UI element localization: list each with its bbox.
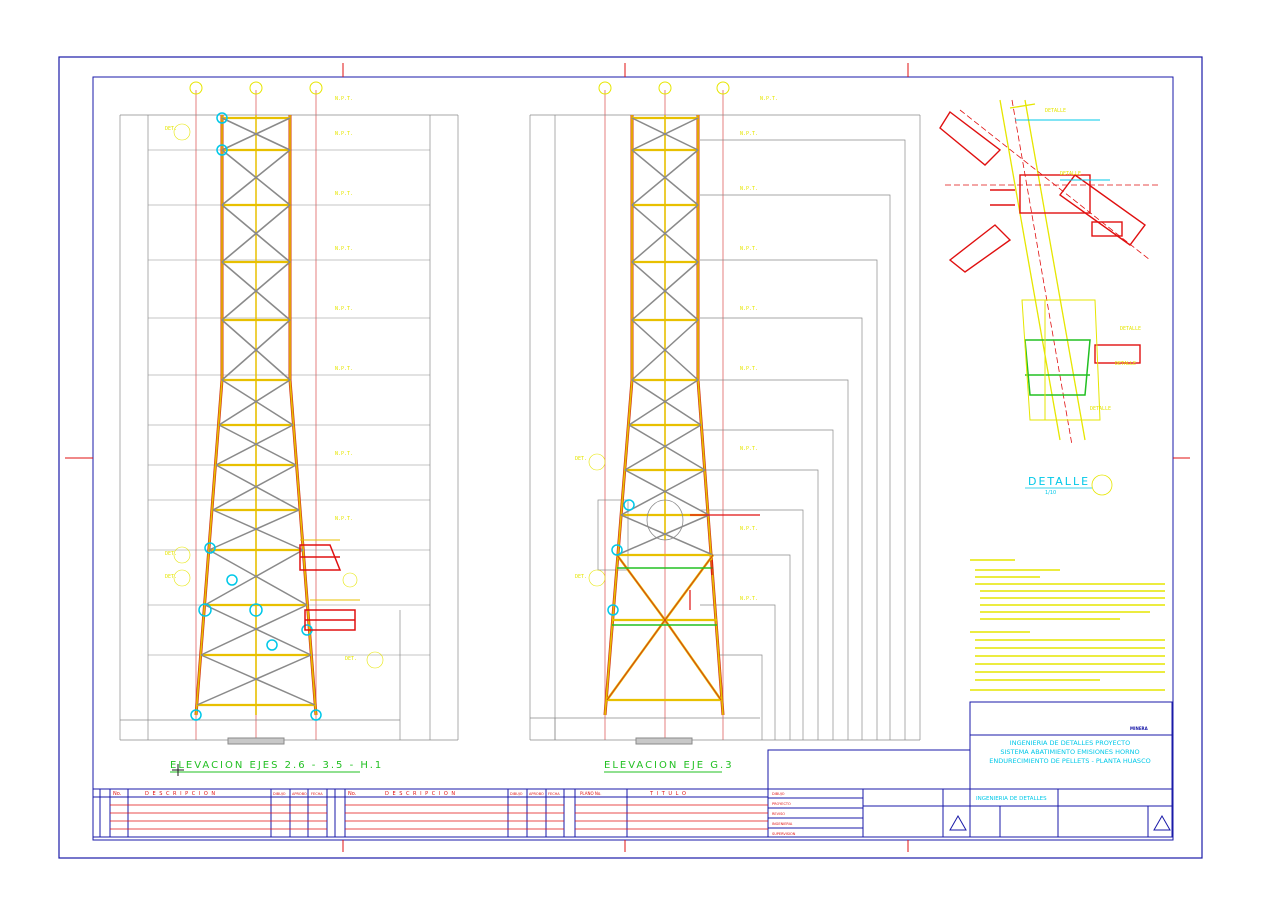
svg-text:N.P.T.: N.P.T. — [335, 131, 353, 137]
svg-text:DETALLE: DETALLE — [1060, 171, 1081, 177]
rev-dibujo-header-1: DIBUJO — [273, 792, 286, 796]
ref-titulo-header: T I T U L O — [649, 791, 687, 797]
rev-description-header-2: D E S C R I P C I O N — [385, 791, 456, 797]
role-ingenieria: INGENIERIA — [772, 822, 793, 826]
rev-no-header-2: No. — [348, 791, 357, 797]
rev-no-header-1: No. — [113, 791, 122, 797]
svg-text:N.P.T.: N.P.T. — [335, 366, 353, 372]
svg-text:DET.: DET. — [165, 574, 177, 580]
svg-text:N.P.T.: N.P.T. — [740, 131, 758, 137]
svg-text:N.P.T.: N.P.T. — [740, 596, 758, 602]
revision-table: No. D E S C R I P C I O N DIBUJO APROBO … — [92, 788, 769, 838]
role-dibujo: DIBUJO — [772, 792, 785, 796]
role-supervision: SUPERVISION — [772, 832, 796, 836]
detail-title: DETALLE — [1028, 475, 1090, 488]
svg-text:N.P.T.: N.P.T. — [335, 191, 353, 197]
connection-detail: DETALLE DETALLE DETALLE DETALLE DETALLE DE… — [939, 99, 1160, 496]
rev-description-header-1: D E S C R I P C I O N — [145, 791, 216, 797]
svg-text:N.P.T.: N.P.T. — [740, 186, 758, 192]
svg-text:N.P.T.: N.P.T. — [335, 96, 353, 102]
svg-text:N.P.T.: N.P.T. — [760, 96, 778, 102]
frame-ticks — [65, 63, 1190, 852]
left-elevation: N.P.T. N.P.T. N.P.T. N.P.T. N.P.T. N.P.T. N… — [119, 81, 459, 745]
svg-text:DET.: DET. — [165, 126, 177, 132]
client-name: MINERA — [1130, 726, 1149, 731]
svg-text:DET.: DET. — [575, 456, 587, 462]
project-line-3: ENDURECIMIENTO DE PELLETS - PLANTA HUASC… — [989, 757, 1150, 765]
rev-dibujo-header-2: DIBUJO — [510, 792, 523, 796]
svg-text:N.P.T.: N.P.T. — [740, 246, 758, 252]
rev-fecha-header-1: FECHA — [311, 792, 323, 796]
cad-drawing-canvas[interactable]: N.P.T. N.P.T. N.P.T. N.P.T. N.P.T. N.P.T. N… — [0, 0, 1261, 920]
project-line-2: SISTEMA ABATIMIENTO EMISIONES HORNO — [1000, 748, 1139, 756]
svg-text:DET.: DET. — [165, 551, 177, 557]
title-block: MINERA INGENIERIA DE DETALLES PROYECTO S… — [767, 701, 1173, 838]
elevation-left-title: ELEVACION EJES 2.6 - 3.5 - H.1 — [170, 760, 383, 771]
svg-text:N.P.T.: N.P.T. — [335, 451, 353, 457]
svg-text:N.P.T.: N.P.T. — [740, 306, 758, 312]
svg-text:DETALLE: DETALLE — [1115, 361, 1136, 367]
project-line-1: INGENIERIA DE DETALLES PROYECTO — [1010, 739, 1130, 747]
svg-text:DETALLE: DETALLE — [1120, 326, 1141, 332]
rev-aprobo-header-1: APROBO — [292, 792, 307, 796]
role-proyecto: PROYECTO — [772, 802, 791, 806]
role-reviso: REVISO — [772, 812, 785, 816]
rev-aprobo-header-2: APROBO — [529, 792, 544, 796]
ref-plano-header: PLANO No. — [580, 791, 602, 796]
svg-text:N.P.T.: N.P.T. — [740, 366, 758, 372]
center-elevation: N.P.T. N.P.T. N.P.T. N.P.T. N.P.T. N.P.T. N… — [529, 81, 921, 745]
svg-text:N.P.T.: N.P.T. — [740, 446, 758, 452]
elevation-center-title: ELEVACION EJE G.3 — [604, 760, 734, 771]
detail-scale: 1/10 — [1045, 490, 1056, 496]
svg-text:N.P.T.: N.P.T. — [335, 516, 353, 522]
general-notes — [970, 559, 1165, 691]
svg-text:N.P.T.: N.P.T. — [335, 306, 353, 312]
svg-text:N.P.T.: N.P.T. — [740, 526, 758, 532]
svg-text:DET.: DET. — [575, 574, 587, 580]
company-name: INGENIERIA DE DETALLES — [976, 796, 1047, 802]
svg-text:DET.: DET. — [345, 656, 357, 662]
rev-fecha-header-2: FECHA — [548, 792, 560, 796]
svg-text:N.P.T.: N.P.T. — [335, 246, 353, 252]
svg-text:DETALLE: DETALLE — [1090, 406, 1111, 412]
svg-text:DETALLE: DETALLE — [1045, 108, 1066, 114]
